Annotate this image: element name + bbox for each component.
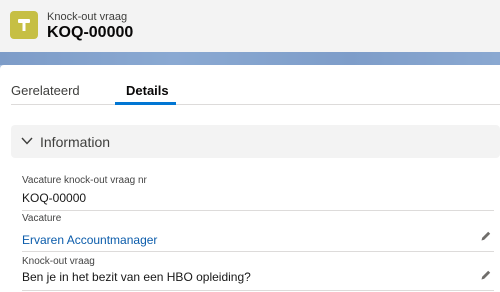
object-type-label: Knock-out vraag — [47, 11, 128, 23]
header-band — [0, 52, 500, 65]
section-header-information[interactable]: Information — [11, 125, 500, 158]
field-vacature-knock-out-vraag-nr: Vacature knock-out vraag nr KOQ-00000 — [22, 175, 494, 211]
pencil-icon[interactable] — [480, 269, 492, 281]
field-label: Vacature knock-out vraag nr — [22, 175, 147, 186]
tab-details[interactable]: Details — [126, 83, 169, 98]
tab-gerelateerd[interactable]: Gerelateerd — [11, 83, 80, 98]
hammer-icon — [10, 11, 38, 39]
active-tab-indicator — [115, 102, 176, 105]
record-header: Knock-out vraag KOQ-00000 — [0, 0, 500, 52]
field-label: Knock-out vraag — [22, 256, 95, 267]
section-title: Information — [40, 134, 111, 150]
field-vacature: Vacature Ervaren Accountmanager — [22, 213, 494, 252]
field-label: Vacature — [22, 213, 62, 224]
field-value: KOQ-00000 — [22, 191, 87, 205]
pencil-icon[interactable] — [480, 230, 492, 242]
tabs-divider — [11, 104, 500, 105]
chevron-down-icon — [21, 137, 33, 145]
field-knock-out-vraag: Knock-out vraag Ben je in het bezit van … — [22, 256, 494, 291]
record-title: KOQ-00000 — [47, 24, 134, 41]
field-value: Ben je in het bezit van een HBO opleidin… — [22, 270, 251, 284]
vacature-link[interactable]: Ervaren Accountmanager — [22, 233, 157, 247]
